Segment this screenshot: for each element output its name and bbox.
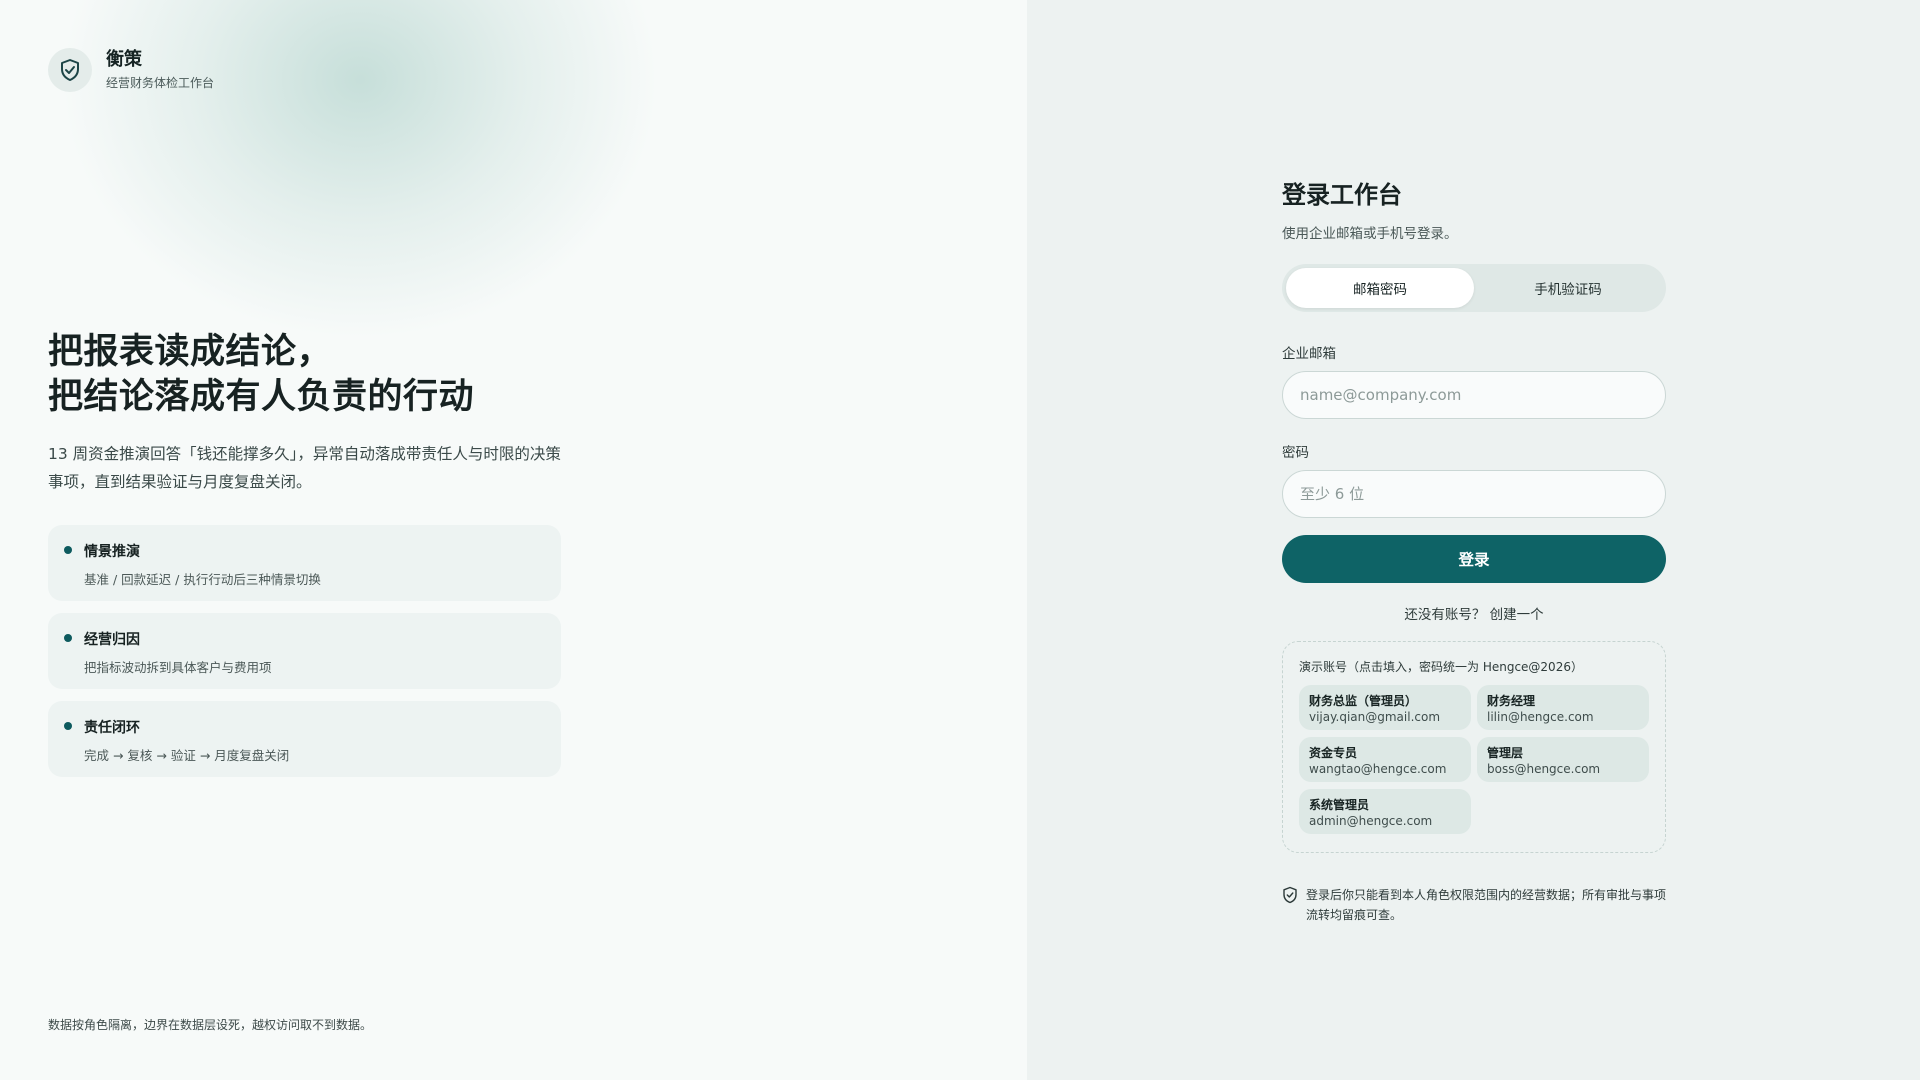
demo-account-card[interactable]: 财务总监（管理员） vijay.qian@gmail.com xyxy=(1299,685,1471,730)
demo-account-role: 资金专员 xyxy=(1309,746,1358,760)
demo-account-role: 财务总监（管理员） xyxy=(1309,694,1418,708)
demo-account-role: 系统管理员 xyxy=(1309,798,1370,812)
demo-account-card[interactable]: 财务经理 lilin@hengce.com xyxy=(1477,685,1649,730)
demo-accounts-box: 演示账号（点击填入，密码统一为 Hengce@2026） 财务总监（管理员） v… xyxy=(1282,641,1666,853)
login-title: 登录工作台 xyxy=(1282,181,1402,209)
permission-notice-text: 登录后你只能看到本人角色权限范围内的经营数据；所有审批与事项流转均留痕可查。 xyxy=(1306,888,1667,922)
feature-description: 完成 → 复核 → 验证 → 月度复盘关闭 xyxy=(84,748,290,763)
feature-card: 情景推演 基准 / 回款延迟 / 执行行动后三种情景切换 xyxy=(48,525,561,601)
feature-title: 经营归因 xyxy=(84,632,140,648)
demo-account-email: lilin@hengce.com xyxy=(1487,710,1594,724)
hero: 把报表读成结论， 把结论落成有人负责的行动 13 周资金推演回答「钱还能撑多久」… xyxy=(48,330,588,496)
brand-name: 衡策 xyxy=(106,49,142,70)
demo-accounts-title: 演示账号（点击填入，密码统一为 Hengce@2026） xyxy=(1299,660,1583,674)
feature-description: 基准 / 回款延迟 / 执行行动后三种情景切换 xyxy=(84,572,321,587)
demo-account-email: admin@hengce.com xyxy=(1309,814,1433,828)
hero-title-line-1: 把报表读成结论， xyxy=(48,332,333,372)
demo-account-email: vijay.qian@gmail.com xyxy=(1309,710,1441,724)
login-method-tabs: 邮箱密码 手机验证码 xyxy=(1282,264,1666,312)
register-row: 还没有账号？ 创建一个 xyxy=(1282,603,1666,623)
feature-card: 经营归因 把指标波动拆到具体客户与费用项 xyxy=(48,613,561,689)
brand: 衡策 经营财务体检工作台 xyxy=(48,48,214,92)
login-form: 登录工作台 使用企业邮箱或手机号登录。 邮箱密码 手机验证码 企业邮箱 密码 登… xyxy=(1282,175,1666,925)
login-subtitle: 使用企业邮箱或手机号登录。 xyxy=(1282,226,1458,242)
feature-description: 把指标波动拆到具体客户与费用项 xyxy=(84,660,272,675)
demo-account-card[interactable]: 管理层 boss@hengce.com xyxy=(1477,737,1649,782)
shield-check-icon xyxy=(1282,886,1298,925)
feature-title: 责任闭环 xyxy=(84,720,140,736)
login-panel: 登录工作台 使用企业邮箱或手机号登录。 邮箱密码 手机验证码 企业邮箱 密码 登… xyxy=(1027,0,1920,1080)
demo-account-role: 管理层 xyxy=(1487,746,1524,760)
feature-list: 情景推演 基准 / 回款延迟 / 执行行动后三种情景切换 经营归因 把指标波动拆… xyxy=(48,525,561,789)
feature-title: 情景推演 xyxy=(84,544,140,560)
brand-subtitle: 经营财务体检工作台 xyxy=(106,76,215,90)
demo-accounts-grid: 财务总监（管理员） vijay.qian@gmail.com 财务经理 lili… xyxy=(1299,685,1649,834)
email-label: 企业邮箱 xyxy=(1282,346,1336,362)
bullet-dot-icon xyxy=(64,546,72,554)
hero-title: 把报表读成结论， 把结论落成有人负责的行动 xyxy=(48,330,588,420)
password-field[interactable] xyxy=(1282,470,1666,518)
tab-email-password[interactable]: 邮箱密码 xyxy=(1286,268,1474,308)
login-button[interactable]: 登录 xyxy=(1282,535,1666,583)
shield-logo-icon xyxy=(48,48,92,92)
demo-account-email: boss@hengce.com xyxy=(1487,762,1601,776)
register-prompt: 还没有账号？ xyxy=(1404,607,1486,623)
hero-description: 13 周资金推演回答「钱还能撑多久」，异常自动落成带责任人与时限的决策事项，直到… xyxy=(48,445,561,491)
hero-title-line-2: 把结论落成有人负责的行动 xyxy=(48,377,475,417)
intro-panel: 衡策 经营财务体检工作台 把报表读成结论， 把结论落成有人负责的行动 13 周资… xyxy=(0,0,1027,1080)
password-label: 密码 xyxy=(1282,445,1309,461)
bullet-dot-icon xyxy=(64,634,72,642)
feature-card: 责任闭环 完成 → 复核 → 验证 → 月度复盘关闭 xyxy=(48,701,561,777)
demo-account-card[interactable]: 资金专员 wangtao@hengce.com xyxy=(1299,737,1471,782)
demo-account-card[interactable]: 系统管理员 admin@hengce.com xyxy=(1299,789,1471,834)
data-isolation-note: 数据按角色隔离，边界在数据层设死，越权访问取不到数据。 xyxy=(48,1018,373,1032)
create-account-link[interactable]: 创建一个 xyxy=(1490,607,1544,623)
demo-account-email: wangtao@hengce.com xyxy=(1309,762,1447,776)
email-field[interactable] xyxy=(1282,371,1666,419)
bullet-dot-icon xyxy=(64,722,72,730)
permission-notice: 登录后你只能看到本人角色权限范围内的经营数据；所有审批与事项流转均留痕可查。 xyxy=(1282,885,1666,925)
demo-account-role: 财务经理 xyxy=(1487,694,1536,708)
tab-phone-code[interactable]: 手机验证码 xyxy=(1474,268,1662,308)
